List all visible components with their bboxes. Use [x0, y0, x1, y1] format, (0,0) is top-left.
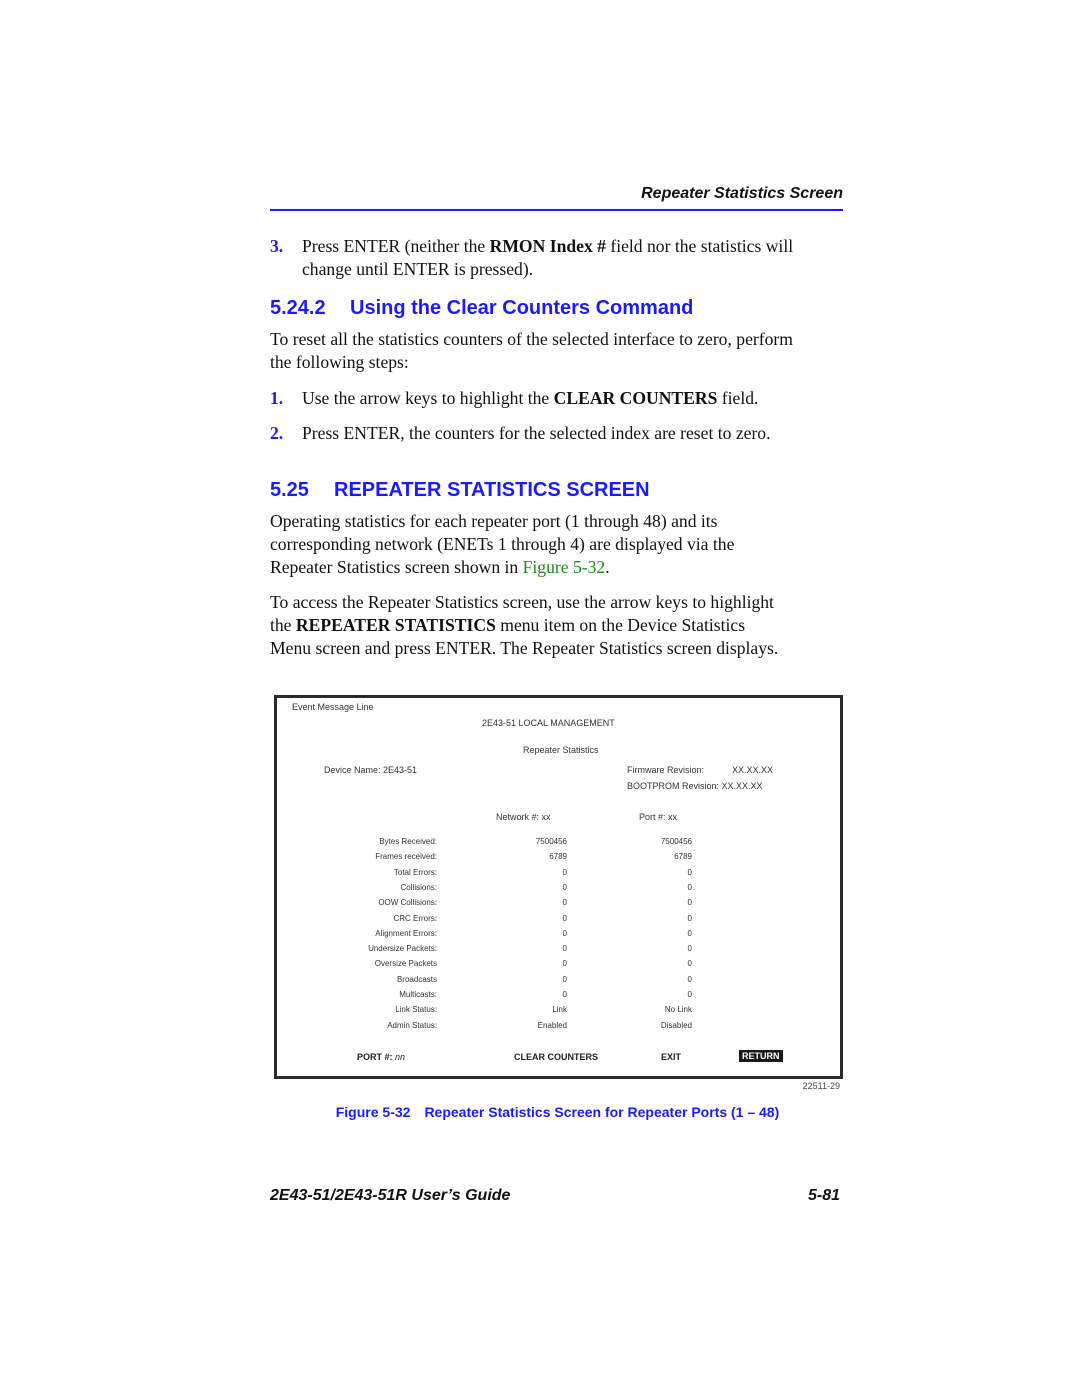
section-intro: To reset all the statistics counters of …	[270, 328, 845, 374]
port-stat-value: No Link	[664, 1005, 692, 1015]
section-title: Using the Clear Counters Command	[350, 297, 694, 319]
port-stat-value: 0	[687, 974, 692, 984]
screen-subtitle: Repeater Statistics	[523, 745, 599, 755]
port-stat-value: Disabled	[660, 1020, 692, 1030]
network-stat-value: 0	[562, 974, 567, 984]
port-stat-value: 0	[687, 882, 692, 892]
text-line: To access the Repeater Statistics screen…	[270, 592, 774, 612]
step-text: Press ENTER, the counters for the select…	[302, 423, 771, 443]
clear-counters-button[interactable]: CLEAR COUNTERS	[514, 1052, 598, 1062]
step-3: 3. Press ENTER (neither the RMON Index #…	[270, 235, 845, 281]
text-line: menu item on the Device Statistics	[495, 615, 746, 635]
caption-number: Figure 5-32	[335, 1104, 411, 1120]
text-line: To reset all the statistics counters of …	[270, 329, 793, 349]
section-number: 5.24.2	[270, 297, 326, 319]
step-2: 2. Press ENTER, the counters for the sel…	[270, 422, 845, 445]
port-stat-value: 0	[687, 944, 692, 954]
text-line: the	[270, 615, 296, 635]
step-text: change until ENTER is pressed).	[302, 259, 534, 279]
port-stat-value: 0	[687, 959, 692, 969]
step-number: 3.	[270, 236, 284, 256]
figure-id: 22511-29	[802, 1081, 840, 1091]
port-command-value: nn	[395, 1052, 406, 1062]
step-1: 1. Use the arrow keys to highlight the C…	[270, 387, 845, 410]
stat-label: Admin Status:	[387, 1020, 437, 1030]
port-stat-value: 6789	[674, 852, 692, 862]
network-stat-value: Link	[552, 1005, 567, 1015]
port-command-label: PORT #:	[357, 1052, 396, 1062]
field-name-bold: CLEAR COUNTERS	[553, 388, 718, 408]
section-title: REPEATER STATISTICS SCREEN	[334, 479, 650, 501]
step-text: field.	[717, 388, 759, 408]
section-heading-5-25: 5.25 REPEATER STATISTICS SCREEN	[270, 479, 650, 502]
figure-caption: Figure 5-32 Repeater Statistics Screen fo…	[270, 1104, 845, 1120]
paragraph-2: To access the Repeater Statistics screen…	[270, 591, 845, 660]
step-number: 2.	[270, 423, 284, 443]
port-stat-value: 0	[687, 990, 692, 999]
text-line: the following steps:	[270, 352, 409, 372]
header-rule	[270, 209, 843, 211]
bootprom-revision: BOOTPROM Revision: XX.XX.XX	[627, 781, 763, 791]
stat-label: Collisions:	[400, 882, 437, 892]
caption-text: Repeater Statistics Screen for Repeater …	[424, 1104, 780, 1120]
stat-label: Frames received:	[375, 852, 437, 862]
screen-title: 2E43-51 LOCAL MANAGEMENT	[482, 718, 615, 728]
stat-label: OOW Collisions:	[378, 898, 437, 908]
port-number-field[interactable]: Port #: xx	[639, 812, 677, 822]
section-heading-5-24-2: 5.24.2 Using the Clear Counters Command	[270, 297, 693, 320]
running-header: Repeater Statistics Screen	[641, 185, 843, 202]
step-text: Use the arrow keys to highlight the	[302, 388, 554, 408]
network-stat-value: 0	[562, 867, 567, 877]
network-number-field[interactable]: Network #: xx	[496, 812, 551, 822]
return-button[interactable]: RETURN	[739, 1050, 783, 1062]
port-stat-value: 0	[687, 898, 692, 908]
text-line: Menu screen and press ENTER. The Repeate…	[270, 638, 779, 658]
network-stat-value: 0	[562, 928, 567, 938]
event-message-line: Event Message Line	[292, 702, 374, 712]
text-line: Operating statistics for each repeater p…	[270, 511, 718, 531]
device-name: Device Name: 2E43-51	[324, 765, 418, 775]
port-stat-value: 0	[687, 913, 692, 923]
text-line: .	[605, 557, 610, 577]
figure-link[interactable]: Figure 5-32	[523, 557, 606, 577]
footer-page-number: 5-81	[807, 1187, 840, 1204]
step-text: field nor the statistics will	[605, 236, 794, 256]
step-text: Press ENTER (neither the	[302, 236, 490, 256]
port-stat-value: 0	[687, 928, 692, 938]
network-stat-value: 0	[562, 990, 567, 999]
network-stat-value: 6789	[549, 852, 567, 862]
stat-label: Oversize Packets	[374, 959, 437, 969]
text-line: Repeater Statistics screen shown in	[270, 557, 523, 577]
port-stat-value: 7500456	[660, 837, 692, 846]
port-number-command[interactable]: PORT #: nn	[357, 1052, 405, 1062]
network-stat-value: 0	[562, 913, 567, 923]
network-stat-value: 0	[562, 944, 567, 954]
stat-label: Link Status:	[395, 1005, 437, 1015]
firmware-value: XX.XX.XX	[732, 765, 774, 775]
step-number: 1.	[270, 388, 284, 408]
menu-item-bold: REPEATER STATISTICS	[295, 615, 496, 635]
stat-label: Alignment Errors:	[375, 928, 437, 938]
field-name-bold: RMON Index #	[489, 236, 606, 256]
stat-label: Broadcasts	[396, 974, 437, 984]
footer-guide-title: 2E43-51/2E43-51R User’s Guide	[270, 1187, 511, 1204]
stat-label: Multicasts:	[399, 990, 437, 999]
repeater-statistics-screen: Event Message Line 2E43-51 LOCAL MANAGEM…	[274, 695, 843, 1079]
network-stat-value: 0	[562, 898, 567, 908]
paragraph-1: Operating statistics for each repeater p…	[270, 510, 845, 579]
stat-label: Total Errors:	[393, 867, 437, 877]
exit-button[interactable]: EXIT	[661, 1052, 681, 1062]
stat-label: Undersize Packets:	[368, 944, 437, 954]
network-stat-value: 0	[562, 882, 567, 892]
port-stat-value: 0	[687, 867, 692, 877]
network-stat-value: 7500456	[535, 837, 567, 846]
stat-label: CRC Errors:	[393, 913, 437, 923]
section-number: 5.25	[270, 479, 309, 501]
network-stat-value: 0	[562, 959, 567, 969]
network-stat-value: Enabled	[537, 1020, 567, 1030]
firmware-label: Firmware Revision:	[627, 765, 705, 775]
text-line: corresponding network (ENETs 1 through 4…	[270, 534, 735, 554]
stat-label: Bytes Received:	[379, 837, 437, 846]
